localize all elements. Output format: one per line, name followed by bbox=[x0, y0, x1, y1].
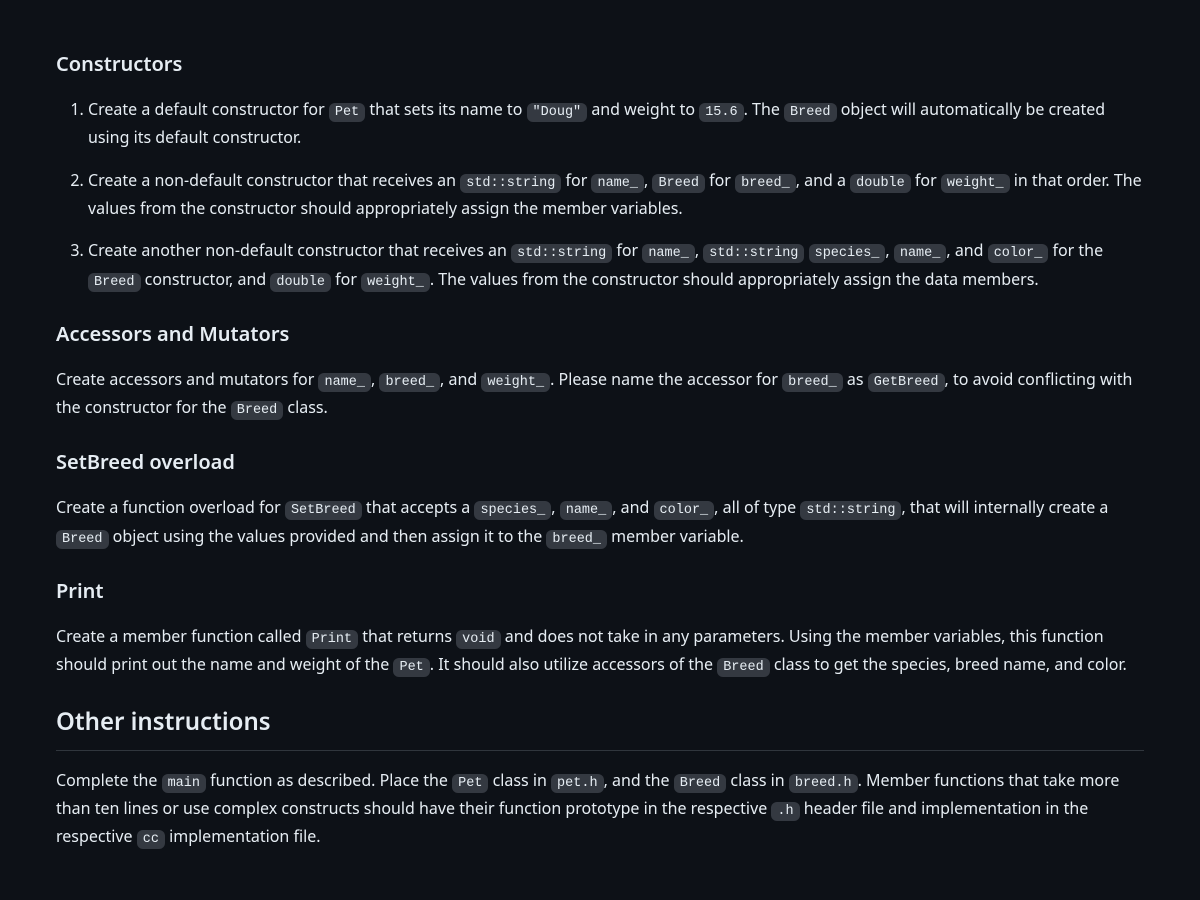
code-double: double bbox=[270, 273, 331, 292]
other-paragraph: Complete the main function as described.… bbox=[56, 767, 1144, 852]
code-breed: Breed bbox=[56, 530, 109, 549]
code-name: name_ bbox=[642, 244, 695, 263]
code-weight-value: 15.6 bbox=[699, 103, 743, 122]
code-breed: Breed bbox=[717, 658, 770, 677]
code-pet: Pet bbox=[329, 103, 365, 122]
code-breed-var: breed_ bbox=[735, 174, 796, 193]
code-breed: Breed bbox=[88, 273, 141, 292]
code-name: name_ bbox=[318, 373, 371, 392]
code-name: name_ bbox=[560, 501, 613, 520]
code-breed: Breed bbox=[674, 774, 727, 793]
code-stdstring: std::string bbox=[800, 501, 901, 520]
code-print: Print bbox=[306, 630, 359, 649]
code-weight-var: weight_ bbox=[481, 373, 550, 392]
constructor-item-3: Create another non-default constructor t… bbox=[88, 237, 1144, 294]
code-weight-var: weight_ bbox=[941, 174, 1010, 193]
code-name: name_ bbox=[894, 244, 947, 263]
constructors-heading: Constructors bbox=[56, 48, 1144, 80]
code-weight-var: weight_ bbox=[361, 273, 430, 292]
other-section: Other instructions Complete the main fun… bbox=[56, 703, 1144, 851]
constructor-item-2: Create a non-default constructor that re… bbox=[88, 167, 1144, 222]
code-h: .h bbox=[771, 802, 799, 821]
setbreed-section: SetBreed overload Create a function over… bbox=[56, 446, 1144, 551]
setbreed-paragraph: Create a function overload for SetBreed … bbox=[56, 494, 1144, 551]
code-double: double bbox=[850, 174, 911, 193]
constructors-section: Constructors Create a default constructo… bbox=[56, 48, 1144, 294]
code-void: void bbox=[456, 630, 500, 649]
constructor-item-1: Create a default constructor for Pet tha… bbox=[88, 96, 1144, 151]
code-breed: Breed bbox=[784, 103, 837, 122]
code-doug: "Doug" bbox=[527, 103, 588, 122]
code-species: species_ bbox=[809, 244, 886, 263]
setbreed-heading: SetBreed overload bbox=[56, 446, 1144, 478]
other-heading: Other instructions bbox=[56, 703, 1144, 750]
code-breed: Breed bbox=[231, 401, 284, 420]
code-breed-h: breed.h bbox=[789, 774, 858, 793]
code-stdstring: std::string bbox=[703, 244, 804, 263]
code-pet: Pet bbox=[393, 658, 429, 677]
code-stdstring: std::string bbox=[511, 244, 612, 263]
code-species: species_ bbox=[474, 501, 551, 520]
print-paragraph: Create a member function called Print th… bbox=[56, 623, 1144, 680]
accessors-heading: Accessors and Mutators bbox=[56, 318, 1144, 350]
code-breed-var: breed_ bbox=[379, 373, 440, 392]
code-main: main bbox=[162, 774, 206, 793]
code-setbreed: SetBreed bbox=[285, 501, 362, 520]
print-section: Print Create a member function called Pr… bbox=[56, 575, 1144, 680]
code-breed-var: breed_ bbox=[546, 530, 607, 549]
code-color: color_ bbox=[988, 244, 1049, 263]
code-stdstring: std::string bbox=[460, 174, 561, 193]
code-breed: Breed bbox=[652, 174, 705, 193]
code-pet: Pet bbox=[452, 774, 488, 793]
accessors-paragraph: Create accessors and mutators for name_,… bbox=[56, 366, 1144, 423]
accessors-section: Accessors and Mutators Create accessors … bbox=[56, 318, 1144, 423]
code-breed-var: breed_ bbox=[782, 373, 843, 392]
code-name: name_ bbox=[591, 174, 644, 193]
code-getbreed: GetBreed bbox=[868, 373, 945, 392]
code-color: color_ bbox=[654, 501, 715, 520]
code-cc: cc bbox=[137, 830, 165, 849]
code-pet-h: pet.h bbox=[551, 774, 604, 793]
print-heading: Print bbox=[56, 575, 1144, 607]
constructors-list: Create a default constructor for Pet tha… bbox=[56, 96, 1144, 294]
